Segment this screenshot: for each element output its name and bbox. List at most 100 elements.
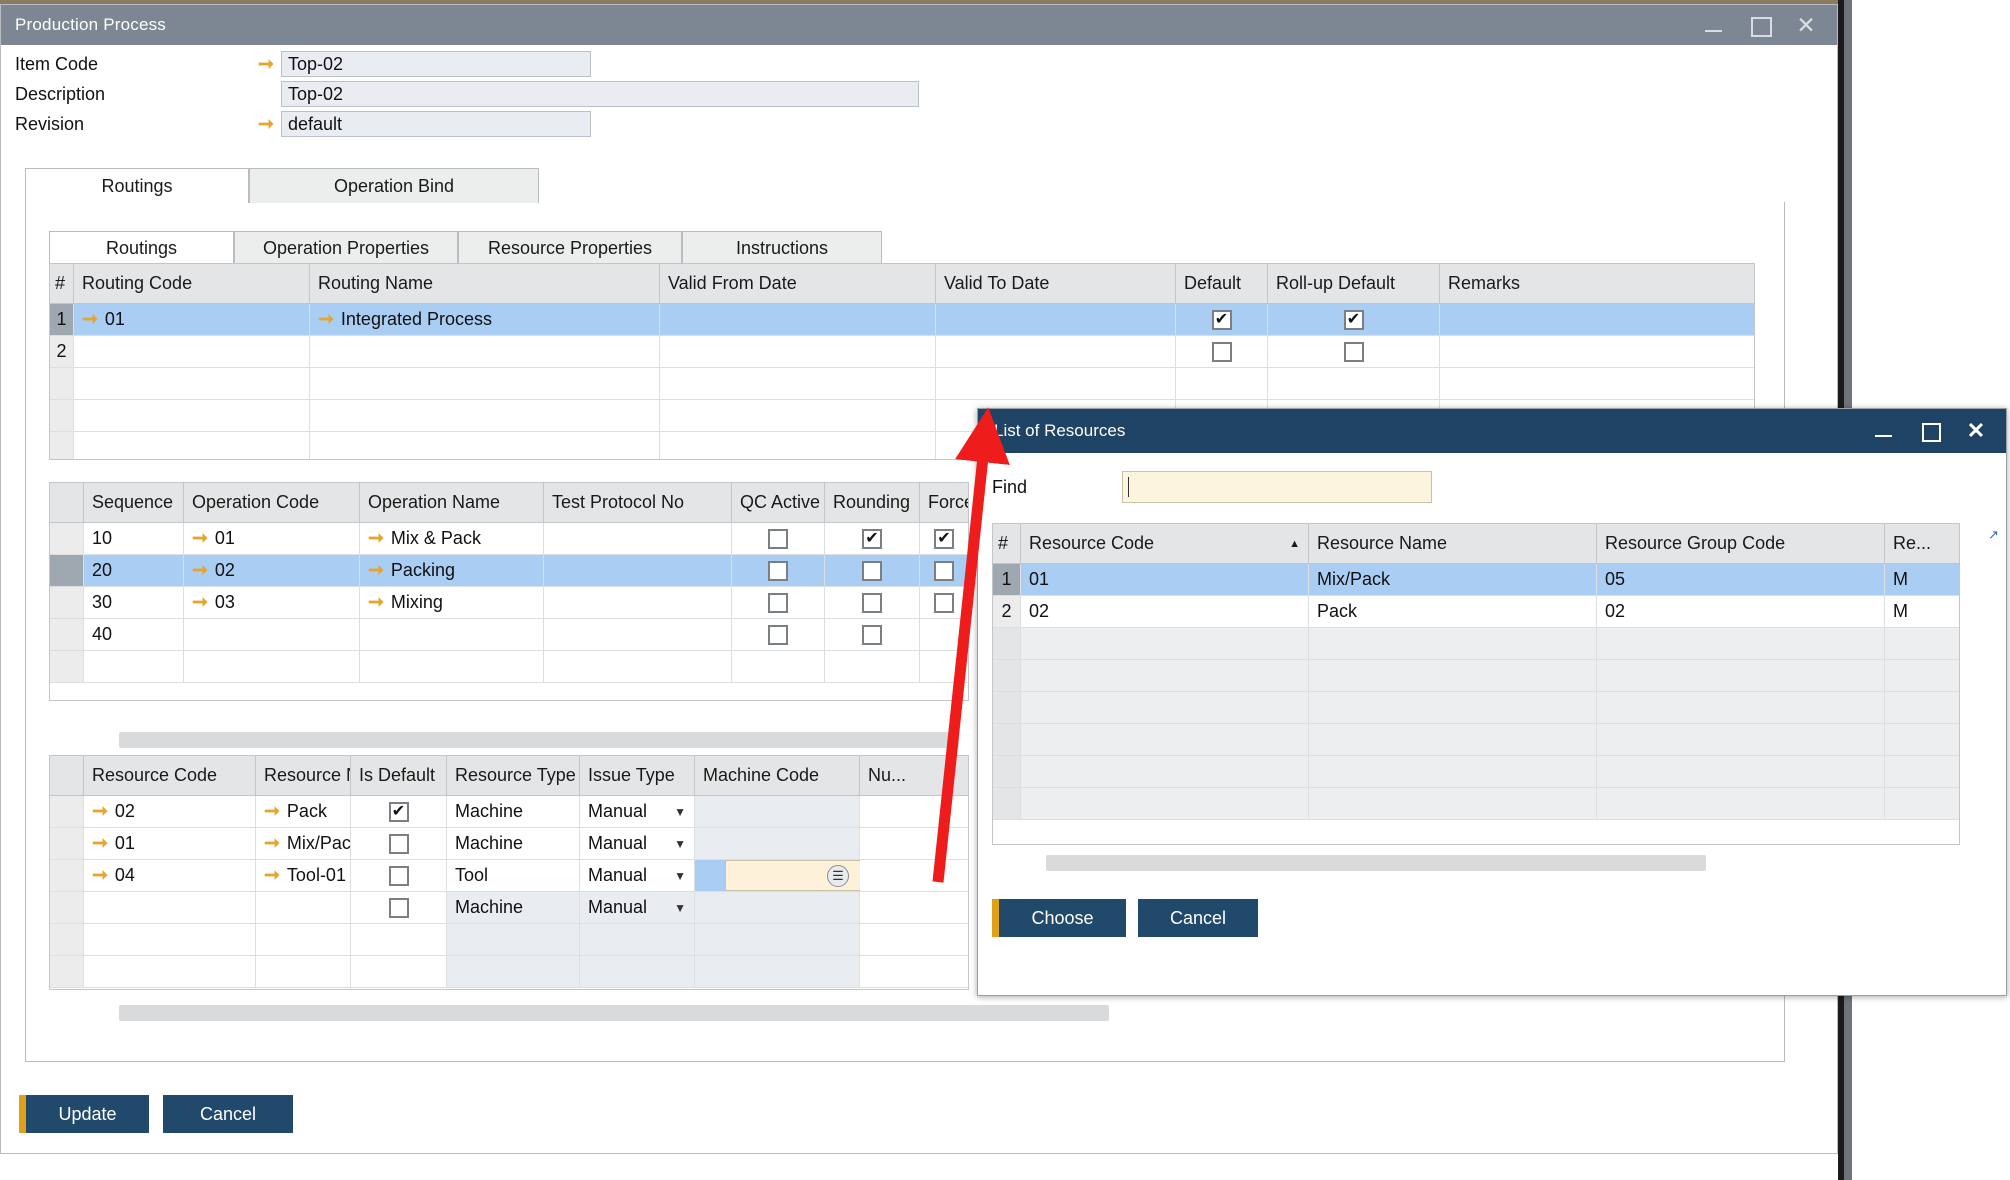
cell-blank[interactable]: [1885, 756, 1959, 787]
cell-blank[interactable]: [860, 924, 968, 955]
table-row-empty[interactable]: [50, 368, 1754, 400]
table-row-empty[interactable]: [993, 660, 1959, 692]
cell-blank[interactable]: [256, 924, 351, 955]
tab-routings-inner[interactable]: Routings: [49, 231, 234, 264]
cell-blank[interactable]: [936, 368, 1176, 399]
cell-operation-name[interactable]: ➞ Mix & Pack: [360, 523, 544, 554]
cell-resource-code[interactable]: [84, 892, 256, 923]
table-row[interactable]: ➞ 04 ➞ Tool-01 Tool Manual ▼ ☰: [50, 860, 968, 892]
cell-blank[interactable]: [74, 432, 310, 460]
link-arrow-icon[interactable]: ➞: [92, 866, 108, 885]
operations-grid-hscrollbar[interactable]: [119, 732, 959, 748]
cell-blank[interactable]: [660, 368, 936, 399]
tab-operation-bind[interactable]: Operation Bind: [249, 168, 539, 203]
rounding-checkbox[interactable]: [862, 561, 882, 581]
cell-rounding[interactable]: [825, 555, 920, 586]
cell-blank[interactable]: [580, 924, 695, 955]
cell-remarks[interactable]: [1440, 304, 1754, 335]
link-arrow-icon[interactable]: ➞: [264, 866, 280, 885]
is-default-checkbox[interactable]: [389, 802, 409, 822]
col-re[interactable]: Re...: [1885, 524, 1959, 563]
link-arrow-icon[interactable]: ➞: [368, 593, 384, 612]
cell-default[interactable]: [1176, 304, 1268, 335]
cell-blank[interactable]: [1309, 724, 1597, 755]
cell-blank[interactable]: [1021, 692, 1309, 723]
cell-default[interactable]: [1176, 336, 1268, 367]
cell-is-default[interactable]: [351, 828, 447, 859]
rounding-checkbox[interactable]: [862, 625, 882, 645]
col-rownum[interactable]: #: [50, 264, 74, 303]
cell-re[interactable]: M: [1885, 564, 1959, 595]
cell-routing-code[interactable]: [74, 336, 310, 367]
link-arrow-icon[interactable]: ➞: [264, 802, 280, 821]
col-remarks[interactable]: Remarks: [1440, 264, 1754, 303]
col-rowmarker[interactable]: [50, 756, 84, 795]
cell-resource-type[interactable]: Machine: [447, 796, 580, 827]
table-row[interactable]: 2 02 Pack 02 M: [993, 596, 1959, 628]
tab-operation-properties[interactable]: Operation Properties: [234, 231, 458, 264]
link-arrow-icon[interactable]: ➞: [82, 310, 98, 329]
cell-force[interactable]: [920, 619, 968, 650]
chevron-down-icon[interactable]: ▼: [674, 805, 686, 819]
cell-resource-group-code[interactable]: 02: [1597, 596, 1885, 627]
cell-blank[interactable]: [1176, 368, 1268, 399]
item-code-input[interactable]: Top-02: [281, 51, 591, 77]
cell-blank[interactable]: [1021, 756, 1309, 787]
table-row[interactable]: 40: [50, 619, 968, 651]
cell-resource-group-code[interactable]: 05: [1597, 564, 1885, 595]
cell-blank[interactable]: [660, 400, 936, 431]
col-is-default[interactable]: Is Default: [351, 756, 447, 795]
cell-blank[interactable]: [1885, 724, 1959, 755]
is-default-checkbox[interactable]: [389, 898, 409, 918]
col-resource-name[interactable]: Resource Name: [256, 756, 351, 795]
cell-operation-name[interactable]: ➞ Packing: [360, 555, 544, 586]
cell-force[interactable]: [920, 555, 968, 586]
cell-blank[interactable]: [310, 368, 660, 399]
cell-test-protocol-no[interactable]: [544, 587, 732, 618]
cell-blank[interactable]: [580, 956, 695, 987]
cell-blank[interactable]: [84, 956, 256, 987]
cell-rounding[interactable]: [825, 523, 920, 554]
cell-blank[interactable]: [310, 400, 660, 431]
link-arrow-icon[interactable]: ➞: [318, 310, 334, 329]
qc-active-checkbox[interactable]: [768, 625, 788, 645]
default-checkbox[interactable]: [1212, 342, 1232, 362]
cell-remarks[interactable]: [1440, 336, 1754, 367]
cell-qc-active[interactable]: [732, 619, 825, 650]
cell-blank[interactable]: [256, 956, 351, 987]
find-input[interactable]: [1122, 471, 1432, 503]
table-row-empty[interactable]: [50, 651, 968, 683]
rounding-checkbox[interactable]: [862, 593, 882, 613]
cell-blank[interactable]: [351, 924, 447, 955]
cell-sequence[interactable]: 10: [84, 523, 184, 554]
cell-rounding[interactable]: [825, 587, 920, 618]
update-button[interactable]: Update: [19, 1095, 149, 1133]
cell-blank[interactable]: [920, 651, 968, 682]
col-sequence[interactable]: Sequence: [84, 483, 184, 522]
force-checkbox[interactable]: [934, 529, 954, 549]
cell-force[interactable]: [920, 523, 968, 554]
cell-blank[interactable]: [1885, 788, 1959, 819]
link-arrow-icon[interactable]: ➞: [368, 561, 384, 580]
tab-resource-properties[interactable]: Resource Properties: [458, 231, 682, 264]
col-valid-from-date[interactable]: Valid From Date: [660, 264, 936, 303]
chevron-down-icon[interactable]: ▼: [674, 837, 686, 851]
col-routing-code[interactable]: Routing Code: [74, 264, 310, 303]
cell-issue-type[interactable]: Manual ▼: [580, 828, 695, 859]
cell-force[interactable]: [920, 587, 968, 618]
cell-resource-name[interactable]: ➞ Tool-01: [256, 860, 351, 891]
col-qc-active[interactable]: QC Active: [732, 483, 825, 522]
cell-blank[interactable]: [84, 924, 256, 955]
cell-number[interactable]: [860, 892, 968, 923]
cell-operation-code[interactable]: ➞ 01: [184, 523, 360, 554]
col-rownum[interactable]: #: [993, 524, 1021, 563]
table-row-empty[interactable]: [993, 692, 1959, 724]
cell-test-protocol-no[interactable]: [544, 619, 732, 650]
col-default[interactable]: Default: [1176, 264, 1268, 303]
cell-blank[interactable]: [74, 400, 310, 431]
cell-sequence[interactable]: 40: [84, 619, 184, 650]
cell-number[interactable]: [860, 860, 968, 891]
cell-blank[interactable]: [1885, 692, 1959, 723]
col-valid-to-date[interactable]: Valid To Date: [936, 264, 1176, 303]
default-checkbox[interactable]: [1212, 310, 1232, 330]
